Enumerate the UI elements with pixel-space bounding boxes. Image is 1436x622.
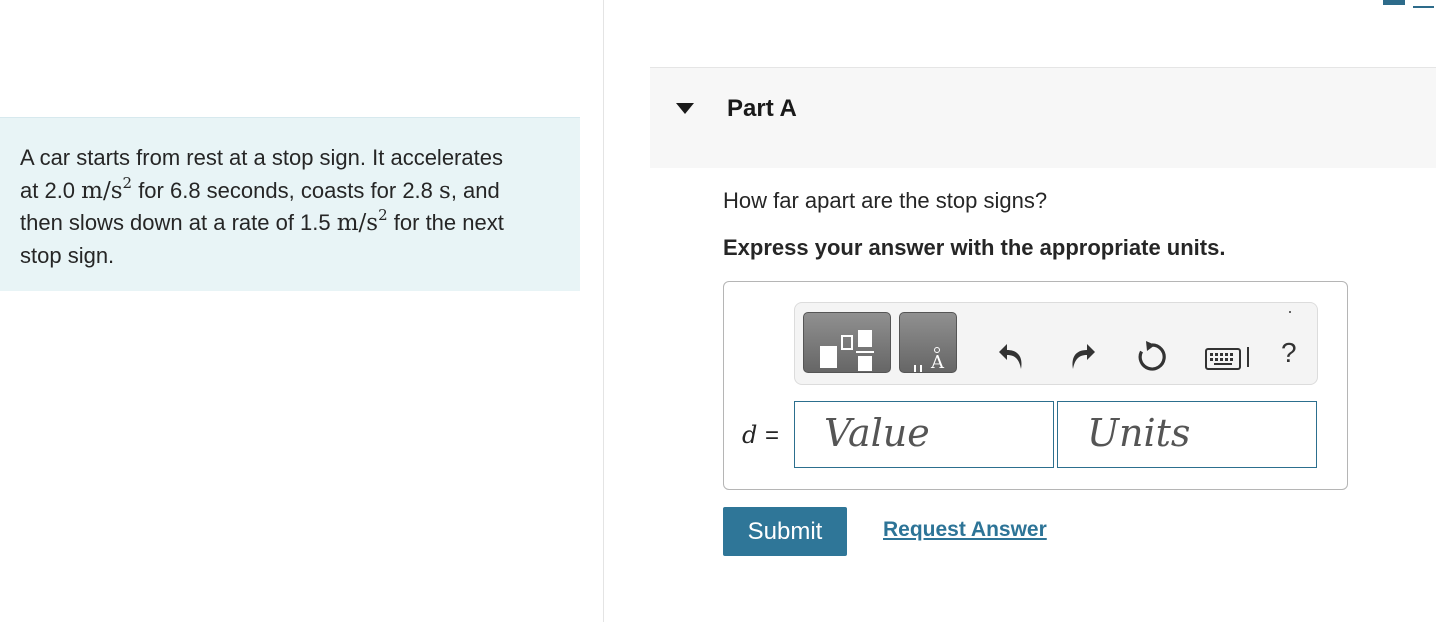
instruction-text: Express your answer with the appropriate… (723, 235, 1226, 260)
problem-line-1: A car starts from rest at a stop sign. I… (20, 142, 560, 175)
unit-text: m/s (81, 177, 123, 204)
cursor-bar (1247, 347, 1249, 367)
submit-button[interactable]: Submit (723, 507, 847, 556)
seconds-unit: s (439, 177, 451, 204)
dot-mark (1289, 311, 1291, 313)
panel-divider (603, 0, 604, 622)
question-text: How far apart are the stop signs? (723, 188, 1048, 213)
unit-tick (914, 365, 916, 372)
template-numerator (858, 330, 872, 347)
reset-icon[interactable] (1135, 339, 1169, 375)
problem-statement: A car starts from rest at a stop sign. I… (0, 117, 580, 291)
undo-icon[interactable] (997, 341, 1025, 373)
problem-line-3: then slows down at a rate of 1.5 m/s2 fo… (20, 207, 560, 240)
redo-icon[interactable] (1069, 341, 1097, 373)
angstrom-glyph: A (931, 352, 944, 373)
keyboard-icon[interactable] (1205, 348, 1241, 370)
caret-down-icon[interactable] (676, 103, 694, 114)
units-input[interactable]: Units (1057, 401, 1317, 468)
deceleration-unit: m/s2 (336, 208, 388, 237)
problem-text: for 6.8 seconds, coasts for 2.8 (132, 177, 440, 203)
template-denominator (858, 356, 872, 371)
problem-text: , and (450, 177, 500, 203)
fraction-bar (856, 351, 874, 353)
part-title: Part A (727, 95, 797, 122)
help-icon[interactable]: ? (1281, 339, 1297, 367)
template-square (820, 346, 837, 368)
equals-sign: = (765, 422, 780, 449)
value-input[interactable]: Value (794, 401, 1054, 468)
problem-text: A car starts from rest at a stop sign. I… (20, 145, 503, 170)
part-header[interactable]: Part A (650, 67, 1436, 168)
problem-text: at 2.0 (20, 177, 82, 203)
problem-text: then slows down at a rate of 1.5 (20, 210, 337, 235)
acceleration-unit: m/s2 (81, 175, 132, 204)
answer-variable-label: d = (742, 421, 779, 450)
book-icon[interactable] (1383, 0, 1405, 5)
units-icon[interactable]: A (899, 312, 957, 373)
template-square-outline (841, 335, 853, 350)
unit-tick (920, 365, 922, 372)
unit-exponent: 2 (378, 206, 388, 224)
problem-text: stop sign. (20, 242, 115, 268)
unit-exponent: 2 (122, 173, 133, 192)
problem-line-2: at 2.0 m/s2 for 6.8 seconds, coasts for … (20, 175, 560, 208)
request-answer-link[interactable]: Request Answer (883, 518, 1047, 542)
unit-text: m/s (336, 210, 379, 236)
text-icon[interactable] (1413, 0, 1434, 8)
templates-icon[interactable] (803, 312, 891, 373)
problem-text: for the next (387, 210, 504, 235)
problem-line-4: stop sign. (20, 240, 560, 273)
math-toolbar: A ? (794, 302, 1318, 385)
answer-box: A ? d = Value Units (723, 281, 1348, 490)
variable-symbol: d (742, 421, 758, 449)
